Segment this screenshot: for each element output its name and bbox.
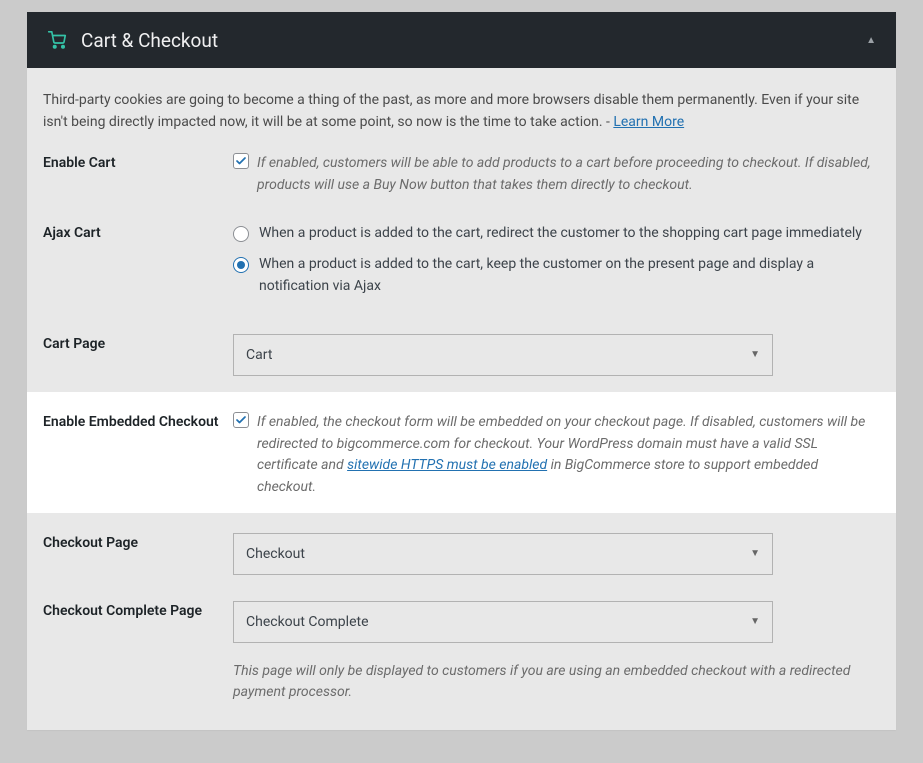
enable-cart-checkbox[interactable] (233, 153, 249, 169)
collapse-icon[interactable]: ▲ (866, 35, 876, 46)
embedded-desc: If enabled, the checkout form will be em… (257, 412, 880, 499)
cart-page-label: Cart Page (43, 334, 233, 376)
embedded-label: Enable Embedded Checkout (43, 412, 233, 499)
cart-page-value: Cart (246, 347, 272, 363)
row-complete-page: Checkout Complete Page Checkout Complete… (37, 581, 886, 710)
embedded-checkbox[interactable] (233, 412, 249, 428)
learn-more-link[interactable]: Learn More (613, 114, 684, 130)
chevron-down-icon: ▼ (750, 349, 760, 360)
checkout-page-value: Checkout (246, 546, 305, 562)
ajax-opt1-text: When a product is added to the cart, red… (259, 223, 862, 245)
checkout-page-select[interactable]: Checkout ▼ (233, 533, 773, 575)
ajax-cart-label: Ajax Cart (43, 223, 233, 308)
panel-header[interactable]: Cart & Checkout ▲ (27, 12, 896, 68)
cart-page-select[interactable]: Cart ▼ (233, 334, 773, 376)
complete-page-label: Checkout Complete Page (43, 601, 233, 704)
intro-text: Third-party cookies are going to become … (37, 90, 886, 133)
ajax-stay-radio[interactable] (233, 257, 249, 273)
intro-copy: Third-party cookies are going to become … (43, 92, 859, 130)
ajax-opt2-text: When a product is added to the cart, kee… (259, 254, 880, 297)
settings-panel: Cart & Checkout ▲ Third-party cookies ar… (27, 12, 896, 730)
row-embedded-checkout: Enable Embedded Checkout If enabled, the… (27, 392, 896, 513)
panel-body: Third-party cookies are going to become … (27, 68, 896, 722)
complete-page-select[interactable]: Checkout Complete ▼ (233, 601, 773, 643)
enable-cart-label: Enable Cart (43, 153, 233, 196)
complete-page-value: Checkout Complete (246, 614, 369, 630)
panel-title: Cart & Checkout (81, 29, 866, 52)
chevron-down-icon: ▼ (750, 616, 760, 627)
row-ajax-cart: Ajax Cart When a product is added to the… (37, 203, 886, 314)
row-cart-page: Cart Page Cart ▼ (37, 314, 886, 382)
checkout-page-label: Checkout Page (43, 533, 233, 575)
row-enable-cart: Enable Cart If enabled, customers will b… (37, 133, 886, 202)
enable-cart-desc: If enabled, customers will be able to ad… (257, 153, 880, 196)
ajax-redirect-radio[interactable] (233, 226, 249, 242)
cart-icon (47, 31, 67, 49)
complete-page-note: This page will only be displayed to cust… (233, 661, 880, 704)
row-checkout-page: Checkout Page Checkout ▼ (37, 523, 886, 581)
chevron-down-icon: ▼ (750, 548, 760, 559)
https-link[interactable]: sitewide HTTPS must be enabled (347, 457, 547, 473)
